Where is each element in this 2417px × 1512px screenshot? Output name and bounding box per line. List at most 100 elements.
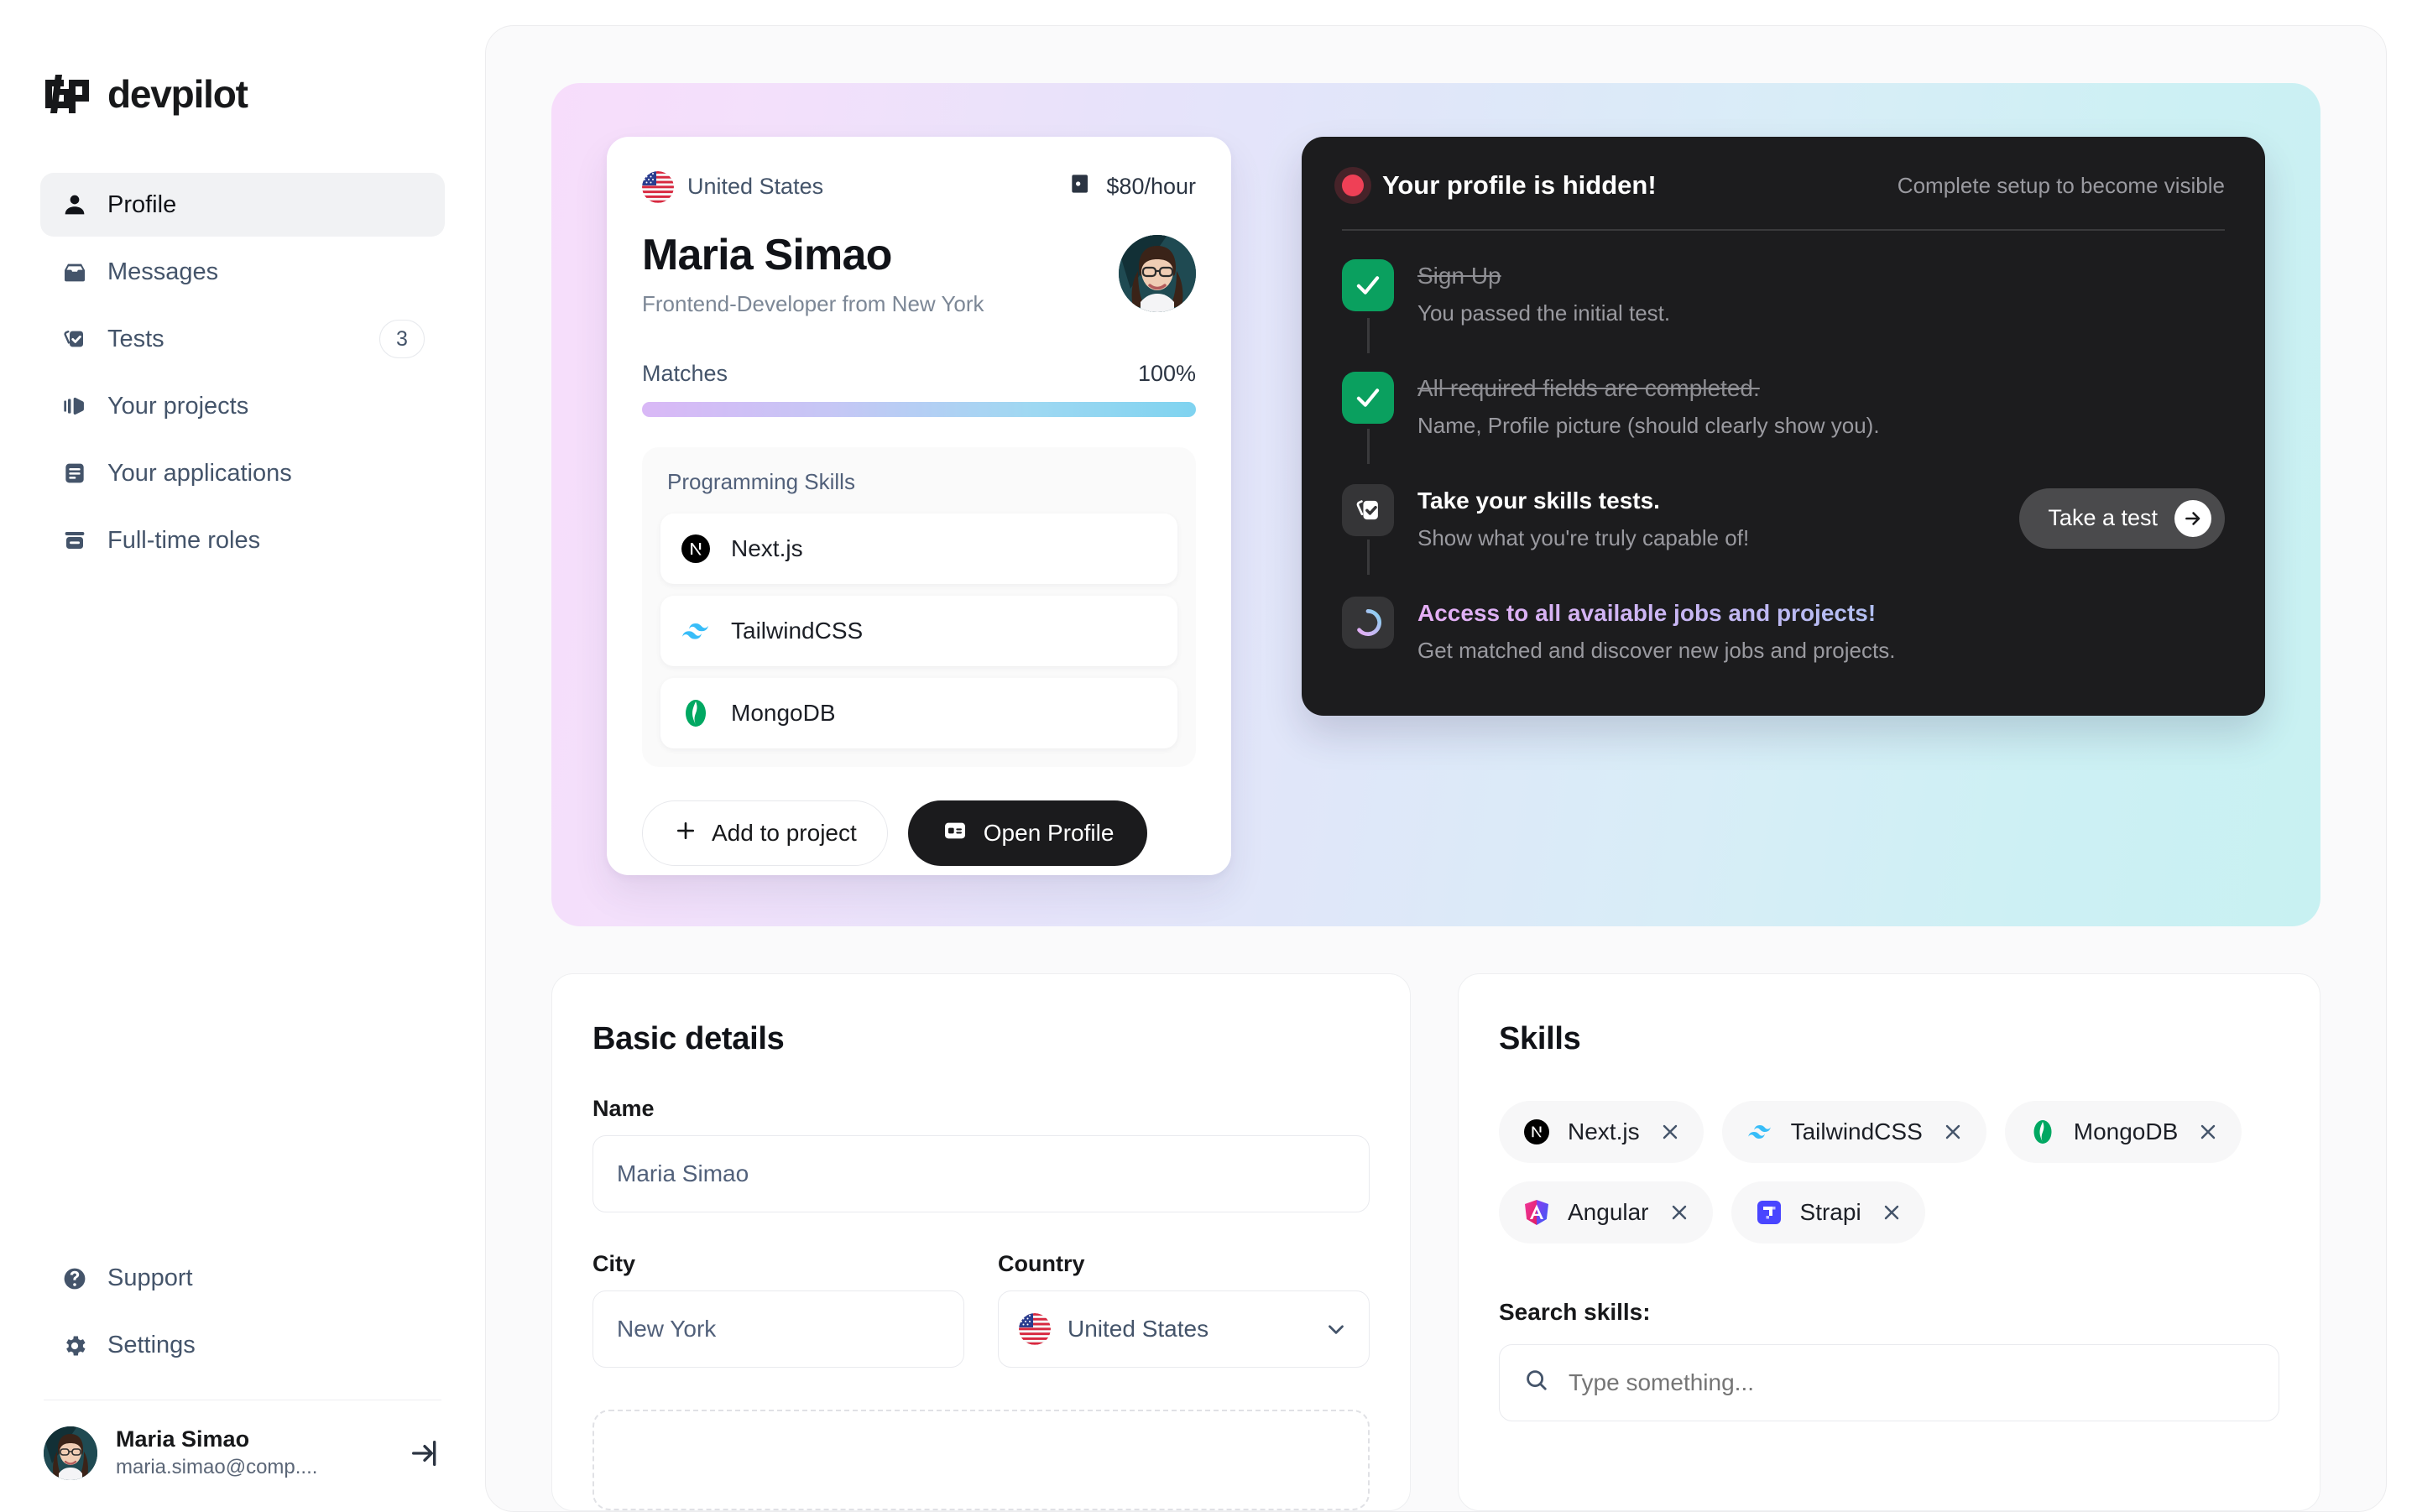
close-icon[interactable] — [1668, 1201, 1691, 1224]
status-checklist: Sign Up You passed the initial test. All… — [1342, 237, 2225, 688]
name-input[interactable]: Maria Simao — [593, 1135, 1370, 1212]
check-icon — [1342, 258, 1394, 311]
avatar — [1119, 235, 1196, 312]
skill-chip-angular[interactable]: Angular — [1499, 1181, 1713, 1243]
skill-name: TailwindCSS — [731, 618, 864, 644]
matches-progress-bar — [642, 402, 1196, 418]
us-flag-icon — [642, 170, 674, 203]
status-panel-divider — [1342, 229, 2225, 231]
profile-identity: Maria Simao Frontend-Developer from New … — [642, 231, 1196, 317]
checklist-heading: Take your skills tests. — [1417, 487, 1660, 514]
close-icon[interactable] — [1941, 1120, 1965, 1144]
sidebar: devpilot Profile Messages Tests 3 Your p… — [0, 0, 485, 1512]
sidebar-nav: Profile Messages Tests 3 Your projects Y… — [40, 173, 445, 572]
profile-picture-upload-dropzone[interactable] — [593, 1410, 1370, 1510]
user-meta: Maria Simao maria.simao@comp.... — [116, 1426, 389, 1480]
sidebar-item-tests[interactable]: Tests 3 — [40, 307, 445, 371]
nextjs-icon — [1521, 1116, 1553, 1148]
logout-icon[interactable] — [408, 1436, 441, 1470]
checklist-heading: All required fields are completed. — [1417, 374, 1760, 401]
mongodb-icon — [677, 695, 714, 732]
tests-icon — [60, 325, 89, 353]
sidebar-user-card[interactable]: Maria Simao maria.simao@comp.... — [40, 1426, 445, 1480]
chevron-down-icon — [1323, 1316, 1349, 1342]
sidebar-divider — [44, 1399, 441, 1401]
main-region: United States $80/hour Maria Simao Front… — [485, 0, 2417, 1512]
sidebar-item-your-applications[interactable]: Your applications — [40, 441, 445, 505]
country-select-value: United States — [1068, 1316, 1209, 1342]
skill-chip-mongodb[interactable]: MongoDB — [2004, 1101, 2242, 1163]
sidebar-item-your-projects[interactable]: Your projects — [40, 374, 445, 438]
matches-value: 100% — [1137, 361, 1196, 387]
inbox-icon — [60, 258, 89, 286]
skill-chip-label: MongoDB — [2073, 1118, 2179, 1144]
app-root: devpilot Profile Messages Tests 3 Your p… — [0, 0, 2417, 1512]
sidebar-item-support[interactable]: Support — [40, 1247, 445, 1311]
roles-icon — [60, 526, 89, 555]
nextjs-icon — [677, 530, 714, 567]
skill-chip-nextjs[interactable]: Next.js — [1499, 1101, 1704, 1163]
hero-banner: United States $80/hour Maria Simao Front… — [551, 83, 2320, 926]
sidebar-item-label: Messages — [107, 258, 219, 285]
avatar — [44, 1426, 97, 1480]
programming-skills-section: Programming Skills Next.js TailwindCSS M… — [642, 447, 1196, 768]
checklist-heading: Access to all available jobs and project… — [1417, 598, 2225, 628]
profile-rate: $80/hour — [1068, 170, 1196, 203]
programming-skills-title: Programming Skills — [667, 469, 855, 495]
skill-chip-tailwindcss[interactable]: TailwindCSS — [1721, 1101, 1986, 1163]
sidebar-item-label: Your applications — [107, 459, 292, 487]
take-a-test-button[interactable]: Take a test — [2019, 487, 2225, 549]
spinner-icon — [1342, 597, 1394, 649]
checklist-description: You passed the initial test. — [1417, 300, 1671, 326]
tests-count-badge: 3 — [379, 320, 425, 358]
country-select[interactable]: United States — [998, 1290, 1370, 1368]
applications-icon — [60, 459, 89, 487]
user-name: Maria Simao — [116, 1426, 250, 1452]
search-skills-input[interactable] — [1569, 1369, 2255, 1396]
city-input[interactable]: New York — [593, 1290, 964, 1368]
sidebar-item-label: Your projects — [107, 392, 249, 420]
take-a-test-label: Take a test — [2048, 505, 2158, 531]
us-flag-icon — [1019, 1313, 1051, 1345]
profile-country-label: United States — [687, 174, 824, 199]
search-skills-field[interactable] — [1499, 1344, 2279, 1421]
projects-icon — [60, 392, 89, 420]
checklist-item-sign-up: Sign Up You passed the initial test. — [1342, 237, 2225, 350]
name-label: Name — [593, 1096, 655, 1121]
checklist-description: Name, Profile picture (should clearly sh… — [1417, 413, 1880, 439]
close-icon[interactable] — [1658, 1120, 1682, 1144]
profile-card-actions: Add to project Open Profile — [642, 800, 1196, 867]
gear-icon — [60, 1332, 89, 1360]
sidebar-item-settings[interactable]: Settings — [40, 1314, 445, 1378]
open-profile-button[interactable]: Open Profile — [907, 800, 1148, 867]
profile-name: Maria Simao — [642, 231, 892, 279]
sidebar-item-label: Full-time roles — [107, 526, 261, 554]
tailwindcss-icon — [1744, 1116, 1776, 1148]
checklist-item-access-jobs: Access to all available jobs and project… — [1342, 575, 2225, 687]
status-panel-header: Your profile is hidden! Complete setup t… — [1342, 170, 2225, 201]
list-item[interactable]: TailwindCSS — [660, 596, 1177, 667]
list-item[interactable]: MongoDB — [660, 678, 1177, 749]
details-region: Basic details Name Maria Simao City New … — [551, 973, 2320, 1511]
checklist-description: Get matched and discover new jobs and pr… — [1417, 638, 1896, 664]
profile-card-icon — [942, 817, 968, 850]
basic-details-panel: Basic details Name Maria Simao City New … — [551, 973, 1411, 1511]
sidebar-item-messages[interactable]: Messages — [40, 240, 445, 304]
checklist-heading: Sign Up — [1417, 262, 1501, 289]
wallet-icon — [1068, 170, 1094, 203]
sidebar-item-full-time-roles[interactable]: Full-time roles — [40, 508, 445, 572]
city-field-group: City New York — [593, 1251, 964, 1368]
checklist-description: Show what you're truly capable of! — [1417, 525, 1750, 551]
list-item[interactable]: Next.js — [660, 514, 1177, 585]
skills-panel-title: Skills — [1499, 1021, 1581, 1056]
tailwindcss-icon — [677, 613, 714, 649]
sidebar-item-label: Settings — [107, 1332, 196, 1359]
sidebar-item-profile[interactable]: Profile — [40, 173, 445, 237]
country-field-group: Country United States — [998, 1251, 1370, 1368]
skill-chip-strapi[interactable]: Strapi — [1731, 1181, 1925, 1243]
close-icon[interactable] — [1880, 1201, 1903, 1224]
brand-logo[interactable]: devpilot — [44, 70, 445, 117]
brand-name: devpilot — [107, 72, 248, 116]
add-to-project-button[interactable]: Add to project — [642, 800, 888, 867]
close-icon[interactable] — [2196, 1120, 2220, 1144]
